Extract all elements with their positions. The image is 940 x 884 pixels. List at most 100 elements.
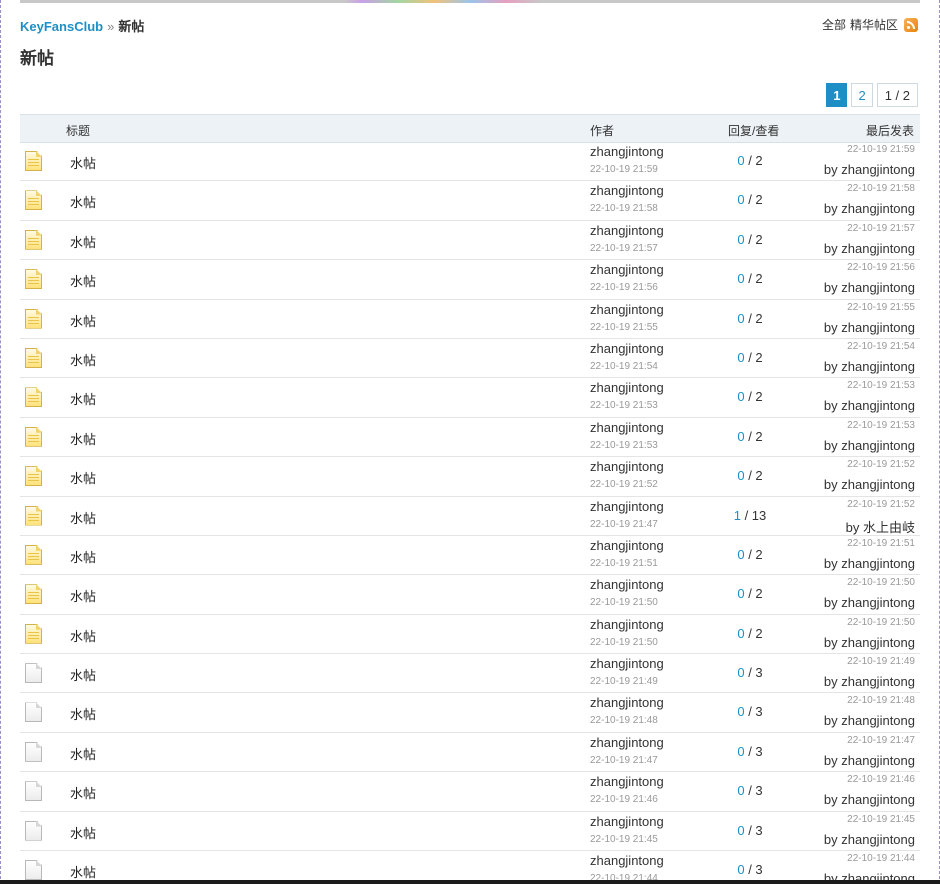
thread-replies[interactable]: 1 [734, 508, 741, 523]
thread-last-date[interactable]: 22-10-19 21:48 [847, 695, 915, 706]
thread-last-date[interactable]: 22-10-19 21:54 [847, 341, 915, 352]
thread-last-date[interactable]: 22-10-19 21:50 [847, 577, 915, 588]
thread-last-poster[interactable]: by zhangjintong [824, 556, 915, 571]
thread-title-link[interactable]: 水帖 [70, 823, 96, 842]
thread-replies[interactable]: 0 [737, 783, 744, 798]
thread-replies[interactable]: 0 [737, 665, 744, 680]
thread-last-poster[interactable]: by zhangjintong [824, 320, 915, 335]
breadcrumb-home-link[interactable]: KeyFansClub [20, 19, 103, 34]
thread-author-link[interactable]: zhangjintong [590, 302, 664, 317]
thread-author-link[interactable]: zhangjintong [590, 499, 664, 514]
thread-last-date[interactable]: 22-10-19 21:53 [847, 380, 915, 391]
thread-title-link[interactable]: 水帖 [70, 508, 96, 527]
thread-title-link[interactable]: 水帖 [70, 192, 96, 211]
thread-last-poster[interactable]: by zhangjintong [824, 713, 915, 728]
page-button-1[interactable]: 1 [826, 83, 848, 107]
thread-replies[interactable]: 0 [737, 311, 744, 326]
thread-replies[interactable]: 0 [737, 389, 744, 404]
thread-last-date[interactable]: 22-10-19 21:50 [847, 617, 915, 628]
thread-author-link[interactable]: zhangjintong [590, 656, 664, 671]
thread-author-link[interactable]: zhangjintong [590, 814, 664, 829]
thread-last-date[interactable]: 22-10-19 21:44 [847, 853, 915, 864]
thread-last-date[interactable]: 22-10-19 21:57 [847, 223, 915, 234]
thread-title-link[interactable]: 水帖 [70, 626, 96, 645]
thread-author-link[interactable]: zhangjintong [590, 183, 664, 198]
thread-author-link[interactable]: zhangjintong [590, 853, 664, 868]
thread-title-link[interactable]: 水帖 [70, 744, 96, 763]
thread-replies[interactable]: 0 [737, 153, 744, 168]
rss-icon[interactable] [904, 17, 918, 32]
thread-author-link[interactable]: zhangjintong [590, 695, 664, 710]
thread-author-link[interactable]: zhangjintong [590, 144, 664, 159]
thread-last-poster[interactable]: by zhangjintong [824, 398, 915, 413]
thread-title-link[interactable]: 水帖 [70, 704, 96, 723]
thread-replies[interactable]: 0 [737, 823, 744, 838]
thread-last-poster[interactable]: by zhangjintong [824, 595, 915, 610]
thread-replies[interactable]: 0 [737, 586, 744, 601]
thread-replies[interactable]: 0 [737, 232, 744, 247]
thread-replies[interactable]: 0 [737, 547, 744, 562]
thread-last-poster[interactable]: by zhangjintong [824, 201, 915, 216]
thread-title-link[interactable]: 水帖 [70, 429, 96, 448]
thread-last-poster[interactable]: by 水上由岐 [846, 517, 915, 536]
thread-title-link[interactable]: 水帖 [70, 665, 96, 684]
thread-title-link[interactable]: 水帖 [70, 389, 96, 408]
thread-replies[interactable]: 0 [737, 862, 744, 877]
thread-last-date[interactable]: 22-10-19 21:59 [847, 144, 915, 155]
thread-author-link[interactable]: zhangjintong [590, 538, 664, 553]
thread-title-link[interactable]: 水帖 [70, 468, 96, 487]
thread-last-date[interactable]: 22-10-19 21:58 [847, 183, 915, 194]
thread-last-poster[interactable]: by zhangjintong [824, 792, 915, 807]
thread-last-date[interactable]: 22-10-19 21:45 [847, 814, 915, 825]
thread-last-poster[interactable]: by zhangjintong [824, 635, 915, 650]
thread-replies[interactable]: 0 [737, 192, 744, 207]
page-button-2[interactable]: 2 [851, 83, 873, 107]
thread-author-link[interactable]: zhangjintong [590, 577, 664, 592]
thread-last-poster[interactable]: by zhangjintong [824, 280, 915, 295]
thread-last-date[interactable]: 22-10-19 21:47 [847, 735, 915, 746]
thread-title-link[interactable]: 水帖 [70, 783, 96, 802]
thread-last-poster[interactable]: by zhangjintong [824, 753, 915, 768]
filter-digest-link[interactable]: 精华帖区 [850, 16, 898, 33]
thread-last-date[interactable]: 22-10-19 21:53 [847, 420, 915, 431]
thread-replies[interactable]: 0 [737, 626, 744, 641]
thread-last-date[interactable]: 22-10-19 21:52 [847, 459, 915, 470]
thread-replies[interactable]: 0 [737, 350, 744, 365]
thread-title-link[interactable]: 水帖 [70, 862, 96, 881]
thread-title-link[interactable]: 水帖 [70, 232, 96, 251]
thread-last-poster[interactable]: by zhangjintong [824, 438, 915, 453]
thread-title-link[interactable]: 水帖 [70, 547, 96, 566]
thread-last-date[interactable]: 22-10-19 21:46 [847, 774, 915, 785]
thread-replies[interactable]: 0 [737, 429, 744, 444]
thread-last-poster[interactable]: by zhangjintong [824, 241, 915, 256]
thread-title-link[interactable]: 水帖 [70, 271, 96, 290]
thread-last-poster[interactable]: by zhangjintong [824, 832, 915, 847]
thread-author-link[interactable]: zhangjintong [590, 735, 664, 750]
thread-author-link[interactable]: zhangjintong [590, 380, 664, 395]
thread-title-link[interactable]: 水帖 [70, 153, 96, 172]
thread-last-date[interactable]: 22-10-19 21:52 [847, 499, 915, 510]
thread-author-link[interactable]: zhangjintong [590, 617, 664, 632]
thread-last-poster[interactable]: by zhangjintong [824, 359, 915, 374]
thread-last-date[interactable]: 22-10-19 21:56 [847, 262, 915, 273]
thread-title-link[interactable]: 水帖 [70, 311, 96, 330]
thread-last-date[interactable]: 22-10-19 21:49 [847, 656, 915, 667]
thread-last-date[interactable]: 22-10-19 21:55 [847, 302, 915, 313]
thread-author-link[interactable]: zhangjintong [590, 774, 664, 789]
filter-all-link[interactable]: 全部 [822, 16, 846, 33]
thread-last-date[interactable]: 22-10-19 21:51 [847, 538, 915, 549]
thread-last-poster[interactable]: by zhangjintong [824, 162, 915, 177]
thread-author-link[interactable]: zhangjintong [590, 459, 664, 474]
thread-title-link[interactable]: 水帖 [70, 350, 96, 369]
thread-author-link[interactable]: zhangjintong [590, 262, 664, 277]
thread-last-poster[interactable]: by zhangjintong [824, 674, 915, 689]
thread-title-link[interactable]: 水帖 [70, 586, 96, 605]
thread-last-poster[interactable]: by zhangjintong [824, 477, 915, 492]
thread-author-link[interactable]: zhangjintong [590, 341, 664, 356]
thread-replies[interactable]: 0 [737, 271, 744, 286]
thread-replies[interactable]: 0 [737, 744, 744, 759]
thread-replies[interactable]: 0 [737, 468, 744, 483]
thread-replies[interactable]: 0 [737, 704, 744, 719]
thread-author-link[interactable]: zhangjintong [590, 420, 664, 435]
thread-author-link[interactable]: zhangjintong [590, 223, 664, 238]
